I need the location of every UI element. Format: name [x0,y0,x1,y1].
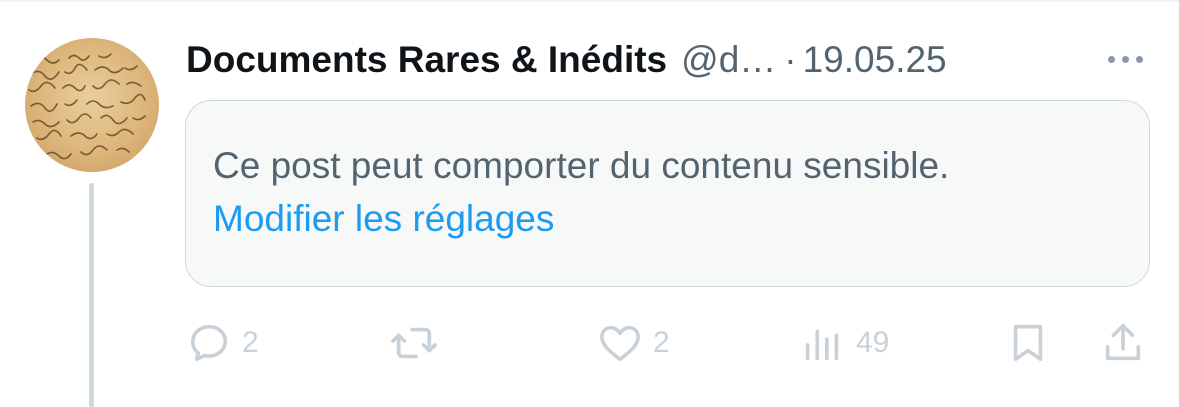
modify-settings-link[interactable]: Modifier les réglages [213,198,554,240]
author-handle[interactable]: @d… [681,39,776,81]
share-icon [1105,323,1141,361]
sensitive-content-warning: Ce post peut comporter du contenu sensib… [213,145,950,186]
reply-count: 2 [242,326,259,359]
post-header: Documents Rares & Inédits @d… · 19.05.25 [186,34,947,86]
post-date[interactable]: 19.05.25 [803,39,947,81]
reply-icon [190,324,228,362]
top-divider [0,0,1179,2]
more-options-button[interactable] [1100,44,1150,74]
handwriting-avatar-image [28,53,146,160]
more-options-icon-dot [1121,55,1129,63]
views-chart-icon [805,329,839,361]
repost-icon [391,327,437,359]
author-name[interactable]: Documents Rares & Inédits [186,39,667,81]
repost-button[interactable] [388,315,440,371]
views-count: 49 [856,326,890,359]
header-separator: · [784,39,797,80]
like-count: 2 [653,326,670,359]
bookmark-icon [1013,324,1043,362]
share-button[interactable] [1100,315,1146,371]
like-button[interactable]: 2 [597,315,670,371]
more-options-icon [1107,55,1115,63]
bookmark-button[interactable] [1005,315,1051,371]
action-bar: 2 2 49 [0,315,1179,375]
heart-icon [599,325,641,362]
more-options-icon-dot [1135,55,1143,63]
avatar[interactable] [25,38,159,172]
sensitive-content-card: Ce post peut comporter du contenu sensib… [185,100,1150,287]
views-button[interactable]: 49 [800,315,889,371]
reply-button[interactable]: 2 [186,315,259,371]
